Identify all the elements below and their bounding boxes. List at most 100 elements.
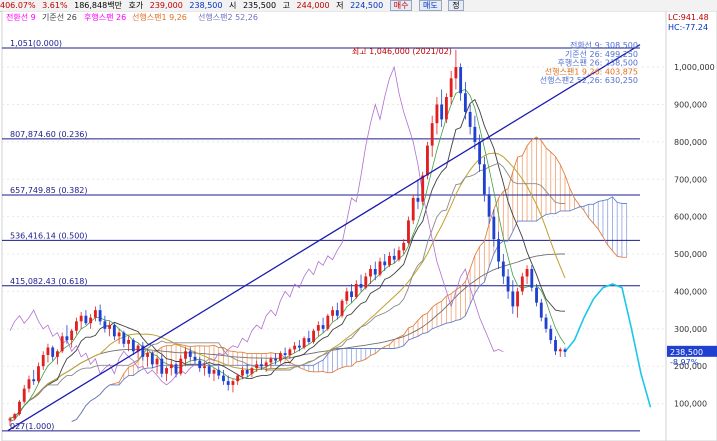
high-annotation: 최고 1,046,000 (2021/02) (352, 46, 452, 56)
candle-body (402, 242, 406, 251)
candle-body (435, 104, 439, 124)
info-button[interactable]: 정 (448, 0, 464, 11)
candle-body (89, 317, 93, 324)
y-tick-label: 600,000 (674, 213, 707, 222)
candle-body (27, 379, 31, 389)
candle-body (22, 388, 26, 402)
candle-body (373, 269, 377, 275)
candle-body (231, 381, 235, 385)
candle-body (188, 351, 192, 357)
lc-label: LC:941.48 (668, 13, 709, 22)
candle-body (131, 340, 135, 352)
high-price: 244,000 (296, 1, 330, 10)
candle-body (454, 67, 458, 79)
y-tick-label: 100,000 (674, 400, 707, 409)
open-label: 시 (229, 1, 237, 10)
candle-body (278, 353, 282, 361)
candle-body (217, 369, 221, 376)
candle-body (108, 325, 112, 329)
candle-body (549, 328, 553, 341)
y-tick-label: 500,000 (674, 250, 707, 259)
candle-body (459, 67, 463, 94)
candle-body (236, 375, 240, 382)
candle-body (93, 310, 97, 318)
candle-body (165, 368, 168, 374)
candle-body (13, 414, 17, 419)
candle-body (222, 375, 225, 382)
candlestick-chart[interactable]: 1,051(0.000) 807,874.60 (0.236) 657,749.85… (0, 11, 717, 441)
candle-body (407, 220, 410, 243)
candle-body (207, 366, 211, 374)
candle-body (103, 321, 107, 329)
candle-body (8, 418, 12, 421)
candle-body (288, 349, 292, 355)
buy-button[interactable]: 매수 (389, 0, 413, 11)
candle-body (84, 315, 88, 324)
candle-body (563, 349, 567, 352)
candle-body (383, 261, 387, 266)
candle-body (150, 353, 154, 365)
legend-top-item: 선행스팬1 9,26 (132, 12, 187, 22)
candle-body (41, 355, 45, 367)
y-tick-label: 300,000 (674, 325, 707, 334)
candle-body (18, 401, 21, 415)
y-tick-label: 1,000,000 (674, 63, 715, 72)
candle-body (212, 369, 216, 374)
open-price: 235,500 (242, 1, 277, 10)
current-price-change: -8.97% (670, 358, 699, 367)
candle-body (525, 269, 529, 277)
candle-body (359, 283, 363, 288)
candle-body (388, 255, 391, 266)
candle-body (558, 349, 562, 352)
candle-body (511, 291, 515, 307)
legend-right-item: 전환선 9: 308,500 (570, 40, 638, 50)
y-tick-label: 400,000 (674, 287, 707, 296)
candle-body (539, 302, 543, 318)
ask-price: 239,000 (149, 1, 183, 10)
candle-body (60, 336, 64, 352)
fib-level-label: 415,082.43 (0.618) (10, 277, 88, 286)
y-tick-label: 900,000 (674, 100, 707, 109)
candle-body (497, 239, 501, 262)
candle-body (478, 141, 482, 165)
candle-body (440, 104, 444, 120)
candle-body (535, 287, 538, 303)
current-price-label: 238,500 (670, 348, 703, 357)
candle-body (70, 330, 74, 341)
candle-body (473, 126, 477, 142)
candle-body (516, 291, 519, 307)
candle-body (449, 78, 453, 97)
candle-body (321, 325, 325, 329)
candle-body (444, 97, 448, 120)
sell-button[interactable]: 매도 (419, 0, 442, 11)
candle-body (520, 276, 524, 292)
fib-level-label: 1,051(0.000) (10, 39, 62, 48)
candle-body (32, 379, 36, 382)
candle-body (127, 340, 131, 344)
candle-body (198, 360, 202, 369)
low-price: 224,500 (350, 1, 384, 10)
legend-top-item: 기준선 26 (42, 13, 77, 22)
candle-body (98, 310, 102, 322)
candle-body (302, 338, 306, 348)
candle-body (501, 261, 505, 277)
candle-body (122, 332, 126, 344)
candle-body (307, 338, 311, 342)
candle-body (46, 347, 50, 355)
candle-body (335, 310, 339, 316)
ask-label: 호가 (128, 1, 144, 10)
legend-top-item: 전환선 9 (6, 12, 36, 22)
candle-body (364, 276, 368, 288)
candle-body (146, 353, 149, 357)
change-value: 3.61% (42, 1, 68, 10)
axis-panel (665, 11, 717, 441)
candle-body (203, 366, 206, 369)
y-tick-label: 800,000 (674, 138, 707, 147)
candle-body (554, 340, 557, 352)
candle-body (269, 358, 273, 363)
candle-body (241, 369, 244, 376)
candle-body (160, 358, 164, 374)
candle-body (397, 250, 401, 260)
fib-level-label: 807,874.60 (0.236) (10, 130, 88, 139)
fib-level-label: 027(1.000) (10, 422, 54, 431)
